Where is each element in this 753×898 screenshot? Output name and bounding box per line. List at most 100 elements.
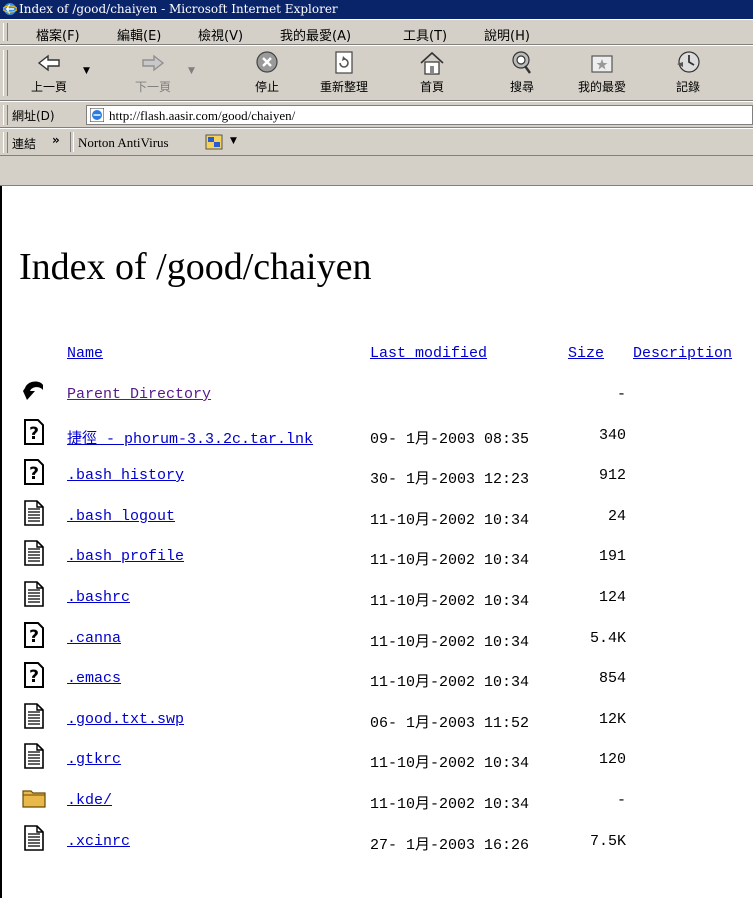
column-size-link[interactable]: Size — [568, 345, 604, 362]
history-button[interactable]: 記錄 — [668, 50, 708, 98]
back-icon — [22, 378, 46, 404]
svg-text:?: ? — [29, 424, 39, 444]
text-file-icon — [22, 540, 46, 566]
table-row: .bash_profile 11-10月-2002 10:34 191 — [0, 540, 753, 586]
addressbar-grip[interactable] — [3, 105, 8, 125]
file-link[interactable]: .gtkrc — [67, 751, 121, 768]
title-bar[interactable]: Index of /good/chaiyen - Microsoft Inter… — [0, 0, 753, 19]
history-label: 記錄 — [675, 80, 700, 94]
toolbar-grip[interactable] — [3, 50, 8, 96]
menu-edit[interactable]: 編輯(E) — [117, 25, 161, 44]
text-file-icon — [22, 500, 46, 526]
links-bar: 連結 » Norton AntiVirus ▼ — [0, 128, 753, 156]
ie-logo-icon — [3, 3, 17, 15]
column-name-link[interactable]: Name — [67, 345, 103, 362]
favorites-button[interactable]: 我的最愛 — [570, 50, 634, 98]
file-link[interactable]: 捷徑 - phorum-3.3.2c.tar.lnk — [67, 427, 313, 448]
page-title: Index of /good/chaiyen — [19, 246, 372, 288]
standard-toolbar: 上一頁 ▼ 下一頁 ▼ 停止 重新整理 首頁 搜尋 我的最愛 記錄 — [0, 45, 753, 101]
menu-tools[interactable]: 工具(T) — [403, 25, 447, 44]
file-link[interactable]: .canna — [67, 630, 121, 647]
file-link[interactable]: .bashrc — [67, 589, 130, 606]
file-size: 854 — [598, 670, 626, 687]
file-size: 124 — [598, 589, 626, 606]
last-modified: 11-10月-2002 10:34 — [370, 796, 530, 813]
column-modified-link[interactable]: Last modified — [370, 345, 487, 362]
file-link[interactable]: .bash_profile — [67, 548, 184, 565]
favorites-label: 我的最愛 — [577, 80, 626, 94]
file-size: 912 — [598, 467, 626, 484]
last-modified: 11-10月-2002 10:34 — [370, 674, 530, 691]
table-row: .xcinrc 27- 1月-2003 16:26 7.5K — [0, 825, 753, 871]
forward-button[interactable]: 下一頁 — [132, 50, 174, 98]
menu-view[interactable]: 檢視(V) — [198, 25, 243, 44]
table-row: Parent Directory - — [0, 381, 753, 424]
table-row: ? .canna 11-10月-2002 10:34 5.4K — [0, 622, 753, 668]
links-chevron-button[interactable]: » — [52, 133, 60, 147]
forward-dropdown-icon[interactable]: ▼ — [188, 66, 195, 76]
table-row: .gtkrc 11-10月-2002 10:34 120 — [0, 743, 753, 789]
folder-icon — [22, 784, 46, 810]
menubar-grip[interactable] — [3, 23, 8, 41]
back-dropdown-icon[interactable]: ▼ — [83, 66, 90, 76]
text-file-icon — [22, 825, 46, 851]
stop-button[interactable]: 停止 — [248, 50, 286, 98]
file-link[interactable]: .bash_logout — [67, 508, 175, 525]
address-label: 網址(D) — [12, 109, 55, 123]
file-link[interactable]: .xcinrc — [67, 833, 130, 850]
text-file-icon — [22, 703, 46, 729]
favorites-folder-icon — [591, 55, 613, 73]
last-modified: 06- 1月-2003 11:52 — [370, 715, 530, 732]
text-file-icon — [22, 581, 46, 607]
norton-dropdown-icon[interactable]: ▼ — [230, 136, 237, 146]
menu-favorites[interactable]: 我的最愛(A) — [280, 25, 351, 44]
file-link[interactable]: .emacs — [67, 670, 121, 687]
last-modified: 11-10月-2002 10:34 — [370, 512, 530, 529]
file-size: 340 — [598, 427, 626, 444]
history-icon — [677, 51, 700, 73]
file-link[interactable]: .bash_history — [67, 467, 184, 484]
address-input[interactable]: http://flash.aasir.com/good/chaiyen/ — [86, 105, 753, 125]
column-description-link[interactable]: Description — [633, 345, 732, 362]
last-modified: 11-10月-2002 10:34 — [370, 755, 530, 772]
file-link[interactable]: .kde/ — [67, 792, 112, 809]
menu-bar: 檔案(F) 編輯(E) 檢視(V) 我的最愛(A) 工具(T) 說明(H) — [0, 19, 753, 45]
last-modified: 30- 1月-2003 12:23 — [370, 471, 530, 488]
home-label: 首頁 — [419, 80, 444, 94]
last-modified: 11-10月-2002 10:34 — [370, 552, 530, 569]
linksbar-grip[interactable] — [3, 132, 8, 153]
norton-antivirus-button[interactable]: Norton AntiVirus — [78, 135, 169, 151]
address-url: http://flash.aasir.com/good/chaiyen/ — [109, 108, 296, 123]
svg-text:?: ? — [29, 627, 39, 647]
home-button[interactable]: 首頁 — [412, 50, 452, 98]
search-button[interactable]: 搜尋 — [503, 50, 541, 98]
last-modified: 11-10月-2002 10:34 — [370, 593, 530, 610]
back-button[interactable]: 上一頁 — [30, 50, 68, 98]
links-label: 連結 — [12, 137, 37, 151]
toolbar-frame-edge — [0, 156, 753, 186]
menu-help[interactable]: 說明(H) — [484, 25, 530, 44]
file-size: 24 — [607, 508, 626, 525]
unknown-file-icon: ? — [22, 662, 46, 688]
norton-antivirus-icon[interactable] — [205, 134, 223, 150]
page-ie-icon — [90, 108, 104, 122]
svg-text:?: ? — [29, 667, 39, 687]
table-row: .good.txt.swp 06- 1月-2003 11:52 12K — [0, 703, 753, 749]
refresh-button[interactable]: 重新整理 — [313, 50, 375, 98]
back-label: 上一頁 — [30, 80, 67, 94]
parent-directory-link[interactable]: Parent Directory — [67, 386, 211, 403]
stop-label: 停止 — [254, 80, 279, 94]
unknown-file-icon: ? — [22, 459, 46, 485]
table-row: .bash_logout 11-10月-2002 10:34 24 — [0, 500, 753, 546]
stop-icon — [256, 51, 278, 73]
last-modified: 09- 1月-2003 08:35 — [370, 431, 530, 448]
table-row: ? .bash_history 30- 1月-2003 12:23 912 — [0, 459, 753, 505]
file-size: 12K — [598, 711, 626, 728]
file-size: 191 — [598, 548, 626, 565]
table-row: .kde/11-10月-2002 10:34 - — [0, 790, 753, 830]
menu-file[interactable]: 檔案(F) — [36, 25, 80, 44]
file-link[interactable]: .good.txt.swp — [67, 711, 184, 728]
last-modified: 11-10月-2002 10:34 — [370, 634, 530, 651]
file-size: - — [616, 386, 626, 403]
last-modified: 27- 1月-2003 16:26 — [370, 837, 530, 854]
